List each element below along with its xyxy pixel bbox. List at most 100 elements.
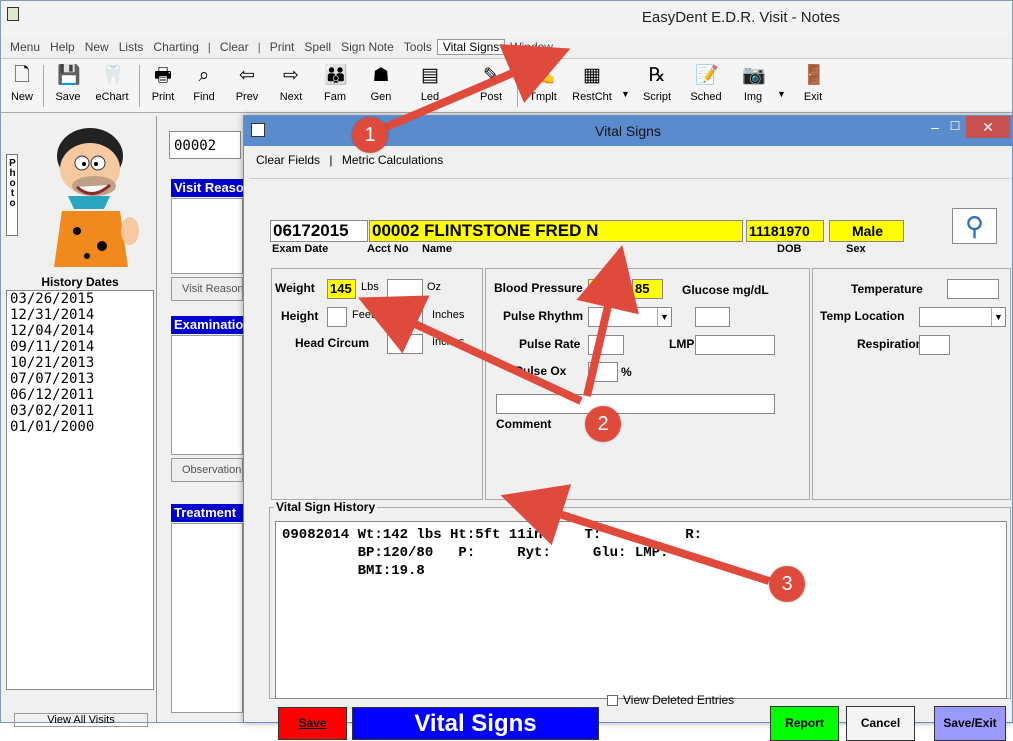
exam-date-field[interactable]: 06172015 bbox=[270, 220, 368, 242]
prev-button[interactable]: ⇦ Prev bbox=[227, 63, 267, 109]
temperature-input[interactable] bbox=[947, 279, 999, 299]
post-button[interactable]: ✎ Post bbox=[471, 63, 511, 109]
report-button[interactable]: Report bbox=[770, 706, 839, 741]
history-date-item[interactable]: 01/01/2000 bbox=[10, 419, 153, 435]
height-feet-input[interactable] bbox=[327, 307, 347, 327]
history-date-item[interactable]: 12/31/2014 bbox=[10, 307, 153, 323]
glucose-input[interactable] bbox=[695, 307, 730, 327]
height-inches-input[interactable] bbox=[387, 307, 423, 327]
menu-print[interactable]: Print bbox=[265, 40, 300, 54]
view-deleted-checkbox[interactable] bbox=[607, 695, 618, 706]
menu-tools[interactable]: Tools bbox=[399, 40, 437, 54]
toolbar-separator bbox=[43, 65, 44, 107]
history-date-item[interactable]: 10/21/2013 bbox=[10, 355, 153, 371]
menu-window[interactable]: Window bbox=[505, 40, 558, 54]
comment-input[interactable] bbox=[496, 394, 775, 414]
weight-input[interactable]: 145 bbox=[327, 279, 356, 299]
history-date-item[interactable]: 12/04/2014 bbox=[10, 323, 153, 339]
photo-tab[interactable]: Photo bbox=[6, 154, 18, 236]
echart-button[interactable]: 🦷 eChart bbox=[89, 63, 135, 109]
pulse-rate-input[interactable] bbox=[588, 335, 624, 355]
pulse-rhythm-select[interactable]: ▼ bbox=[588, 307, 672, 327]
new-button[interactable]: 🗋 New bbox=[7, 63, 37, 109]
maximize-icon[interactable]: ☐ bbox=[944, 119, 966, 139]
diastolic-input[interactable]: 85 bbox=[632, 279, 663, 299]
temp-location-select[interactable]: ▼ bbox=[919, 307, 1006, 327]
notes-panel: 00002 Visit Reason Visit Reason Examinat… bbox=[159, 116, 243, 722]
metric-calculations-menu[interactable]: Metric Calculations bbox=[342, 153, 443, 167]
save-exit-button[interactable]: Save/Exit bbox=[934, 706, 1006, 741]
close-icon[interactable]: ✕ bbox=[966, 116, 1010, 138]
dob-field[interactable]: 11181970 bbox=[746, 220, 824, 242]
treatment-textbox[interactable] bbox=[171, 523, 243, 713]
fam-button[interactable]: 👪 Fam bbox=[315, 63, 355, 109]
gen-button[interactable]: ☗ Gen bbox=[361, 63, 401, 109]
cancel-button[interactable]: Cancel bbox=[846, 706, 915, 741]
vital-sign-history-title: Vital Sign History bbox=[274, 500, 378, 514]
pencil-icon: ✎ bbox=[483, 65, 499, 86]
observation-button[interactable]: Observation bbox=[171, 458, 243, 482]
print-button[interactable]: 🖶 Print bbox=[145, 63, 181, 109]
blood-pressure-group: Blood Pressure 125 / 85 Glucose mg/dL Pu… bbox=[485, 268, 810, 500]
respirations-input[interactable] bbox=[919, 335, 950, 355]
oz-input[interactable] bbox=[387, 279, 423, 299]
head-inches-label: Inches bbox=[432, 336, 465, 348]
menu-menu[interactable]: Menu bbox=[5, 40, 45, 54]
history-date-item[interactable]: 09/11/2014 bbox=[10, 339, 153, 355]
history-date-item[interactable]: 03/02/2011 bbox=[10, 403, 153, 419]
menu-help[interactable]: Help bbox=[45, 40, 80, 54]
tmplt-button[interactable]: ✍ Tmplt bbox=[523, 63, 563, 109]
img-button[interactable]: 📷 Img bbox=[733, 63, 773, 109]
patient-search-button[interactable]: ⚲ bbox=[952, 208, 997, 244]
callout-badge-1: 1 bbox=[352, 117, 388, 153]
visit-reason-textbox[interactable] bbox=[171, 198, 243, 274]
menu-spell[interactable]: Spell bbox=[299, 40, 336, 54]
comment-label: Comment bbox=[496, 417, 552, 431]
clear-fields-menu[interactable]: Clear Fields bbox=[256, 153, 320, 167]
dob-label: DOB bbox=[777, 243, 802, 255]
img-dropdown-arrow-icon[interactable]: ▼ bbox=[777, 89, 786, 99]
save-button[interactable]: 💾 Save bbox=[51, 63, 85, 109]
patient-name-field[interactable]: 00002 FLINTSTONE FRED N bbox=[369, 220, 743, 242]
led-button[interactable]: ▤ Led bbox=[407, 63, 453, 109]
systolic-input[interactable]: 125 bbox=[588, 279, 621, 299]
find-button[interactable]: ⌕ Find bbox=[187, 63, 221, 109]
toolbar: 🗋 New 💾 Save 🦷 eChart 🖶 Print ⌕ Find ⇦ Prev ⇨ N… bbox=[1, 58, 1012, 113]
menu-charting[interactable]: Charting bbox=[148, 40, 203, 54]
glucose-label: Glucose mg/dL bbox=[682, 283, 769, 297]
restcht-dropdown-arrow-icon[interactable]: ▼ bbox=[621, 89, 630, 99]
binoculars-icon: ⌕ bbox=[198, 65, 210, 86]
save-button[interactable]: Save bbox=[278, 707, 347, 740]
visit-reason-button[interactable]: Visit Reason bbox=[171, 277, 243, 301]
restcht-button[interactable]: ▦ RestCht bbox=[567, 63, 617, 109]
dialog-content: 06172015 00002 FLINTSTONE FRED N 1118197… bbox=[249, 178, 1011, 741]
feet-label: Feet bbox=[352, 309, 375, 321]
inches-label: Inches bbox=[432, 309, 465, 321]
sex-field[interactable]: Male bbox=[829, 220, 904, 242]
main-window: EasyDent E.D.R. Visit - Notes Menu Help … bbox=[0, 0, 1013, 741]
menu-sign-note[interactable]: Sign Note bbox=[336, 40, 399, 54]
menu-vital-signs[interactable]: Vital Signs bbox=[436, 39, 506, 55]
view-all-visits-button[interactable]: View All Visits bbox=[14, 713, 148, 727]
next-button[interactable]: ⇨ Next bbox=[271, 63, 311, 109]
examination-textbox[interactable] bbox=[171, 335, 243, 455]
history-date-item[interactable]: 03/26/2015 bbox=[10, 291, 153, 307]
account-number-field[interactable]: 00002 bbox=[169, 131, 241, 159]
sched-button[interactable]: 📝 Sched bbox=[683, 63, 729, 109]
menu-lists[interactable]: Lists bbox=[114, 40, 149, 54]
family-icon: 👪 bbox=[324, 65, 348, 86]
minimize-icon[interactable]: – bbox=[924, 119, 946, 139]
left-panel: Photo History Dates 03/26/2015 12/31/201… bbox=[2, 116, 157, 727]
menu-clear[interactable]: Clear bbox=[215, 40, 254, 54]
pulse-ox-input[interactable] bbox=[588, 362, 618, 382]
menu-new[interactable]: New bbox=[80, 40, 114, 54]
vital-sign-history-text[interactable]: 09082014 Wt:142 lbs Ht:5ft 11in T: R: BP… bbox=[275, 521, 1007, 699]
exit-button[interactable]: 🚪 Exit bbox=[793, 63, 833, 109]
history-date-item[interactable]: 06/12/2011 bbox=[10, 387, 153, 403]
script-button[interactable]: ℞ Script bbox=[635, 63, 679, 109]
head-circum-input[interactable] bbox=[387, 334, 423, 354]
prescription-icon: ℞ bbox=[648, 65, 666, 86]
led-dropdown-arrow-icon[interactable]: ▼ bbox=[457, 89, 466, 99]
history-date-item[interactable]: 07/07/2013 bbox=[10, 371, 153, 387]
lmp-input[interactable] bbox=[695, 335, 775, 355]
